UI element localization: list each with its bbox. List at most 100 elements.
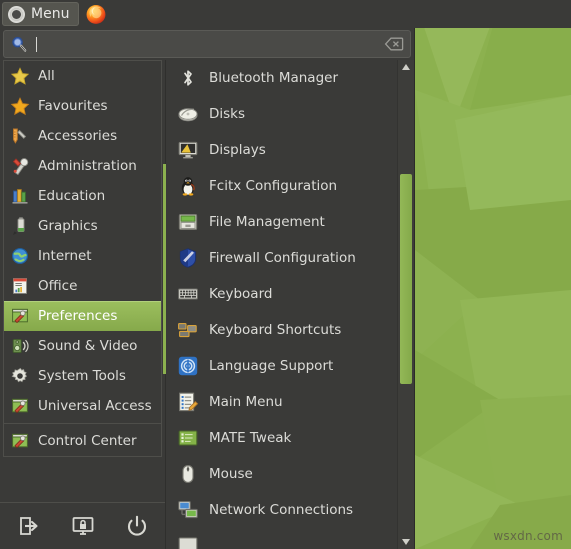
sidebar-item-preferences[interactable]: Preferences bbox=[4, 301, 161, 331]
globe-icon bbox=[12, 248, 28, 264]
sidebar-item-label: Accessories bbox=[38, 128, 118, 144]
scroll-up-button[interactable] bbox=[398, 60, 414, 74]
list-item[interactable]: Mouse bbox=[166, 456, 397, 492]
firefox-icon[interactable] bbox=[85, 3, 107, 25]
sidebar-item-label: Graphics bbox=[38, 218, 98, 234]
tools-icon bbox=[12, 158, 29, 176]
list-item[interactable]: Keyboard Shortcuts bbox=[166, 312, 397, 348]
sidebar-item-label: Universal Access bbox=[38, 398, 152, 414]
list-item-label: Keyboard Shortcuts bbox=[209, 322, 342, 338]
star-filled-icon bbox=[10, 97, 30, 116]
displays-icon bbox=[178, 141, 198, 159]
sidebar-item-label: Administration bbox=[38, 158, 137, 174]
tux-penguin-icon bbox=[181, 177, 195, 196]
application-list: Bluetooth Manager Disks Displays Fcitx C… bbox=[166, 60, 397, 549]
application-list-pane: Bluetooth Manager Disks Displays Fcitx C… bbox=[163, 60, 414, 549]
sidebar-item-education[interactable]: Education bbox=[4, 181, 161, 211]
applist-scrollbar[interactable] bbox=[397, 60, 414, 549]
list-item[interactable]: Network Connections bbox=[166, 492, 397, 528]
sidebar-item-label: Office bbox=[38, 278, 78, 294]
application-menu-window: All Favourites Accessories Administratio… bbox=[0, 28, 415, 549]
menu-button[interactable]: Menu bbox=[2, 2, 80, 26]
list-item-partial[interactable] bbox=[166, 528, 397, 549]
list-item-label: File Management bbox=[209, 214, 325, 230]
logout-icon[interactable] bbox=[17, 514, 41, 538]
clear-backspace-icon[interactable] bbox=[384, 36, 404, 52]
file-drawer-icon bbox=[178, 214, 198, 230]
sidebar-item-accessories[interactable]: Accessories bbox=[4, 121, 161, 151]
list-item[interactable]: Language Support bbox=[166, 348, 397, 384]
main-menu-icon bbox=[179, 392, 199, 412]
sidebar-item-label: Favourites bbox=[38, 98, 108, 114]
sidebar-item-label: All bbox=[38, 68, 55, 84]
sidebar-item-universal-access[interactable]: Universal Access bbox=[4, 391, 161, 421]
system-button-bar bbox=[0, 502, 165, 549]
star-outline-icon bbox=[10, 67, 30, 85]
shield-icon bbox=[179, 248, 197, 268]
sidebar-item-label: Control Center bbox=[38, 433, 137, 449]
search-box[interactable] bbox=[3, 30, 411, 58]
list-item-label: Language Support bbox=[209, 358, 334, 374]
ruler-pencil-icon bbox=[13, 128, 27, 144]
document-chart-icon bbox=[13, 278, 27, 294]
list-item[interactable]: Firewall Configuration bbox=[166, 240, 397, 276]
sidebar-separator bbox=[4, 423, 161, 424]
list-item-label: Mouse bbox=[209, 466, 253, 482]
list-item[interactable]: MATE Tweak bbox=[166, 420, 397, 456]
chevron-down-icon bbox=[402, 539, 410, 545]
bluetooth-icon bbox=[184, 70, 192, 86]
search-icon bbox=[12, 36, 27, 52]
scrollbar-track[interactable] bbox=[398, 74, 414, 535]
search-input[interactable] bbox=[28, 31, 384, 57]
speaker-icon bbox=[12, 338, 29, 354]
scrollbar-thumb[interactable] bbox=[400, 174, 412, 384]
list-item[interactable]: Fcitx Configuration bbox=[166, 168, 397, 204]
scroll-down-button[interactable] bbox=[398, 535, 414, 549]
sidebar-item-system-tools[interactable]: System Tools bbox=[4, 361, 161, 391]
list-item-label: Bluetooth Manager bbox=[209, 70, 339, 86]
sidebar-item-sound-and-video[interactable]: Sound & Video bbox=[4, 331, 161, 361]
sidebar-item-favourites[interactable]: Favourites bbox=[4, 91, 161, 121]
list-item[interactable]: Main Menu bbox=[166, 384, 397, 420]
list-item-label: Firewall Configuration bbox=[209, 250, 356, 266]
sidebar-item-all[interactable]: All bbox=[4, 61, 161, 91]
partial-item-icon bbox=[178, 537, 198, 549]
sidebar-item-label: Education bbox=[38, 188, 106, 204]
top-panel: Menu bbox=[0, 0, 571, 28]
paint-tube-icon bbox=[13, 217, 25, 235]
list-item[interactable]: Disks bbox=[166, 96, 397, 132]
menu-button-label: Menu bbox=[31, 6, 70, 22]
keyboard-icon bbox=[178, 288, 198, 300]
list-item-label: Fcitx Configuration bbox=[209, 178, 338, 194]
list-item-label: Keyboard bbox=[209, 286, 273, 302]
preferences-icon bbox=[12, 398, 28, 414]
preferences-icon bbox=[12, 308, 28, 324]
sidebar-item-label: Internet bbox=[38, 248, 92, 264]
gear-icon bbox=[11, 367, 28, 383]
power-icon[interactable] bbox=[125, 514, 149, 538]
list-item[interactable]: Displays bbox=[166, 132, 397, 168]
menu-panes: All Favourites Accessories Administratio… bbox=[0, 60, 414, 549]
language-support-icon bbox=[178, 356, 198, 376]
sidebar-item-office[interactable]: Office bbox=[4, 271, 161, 301]
list-item-label: MATE Tweak bbox=[209, 430, 292, 446]
list-item[interactable]: File Management bbox=[166, 204, 397, 240]
mate-tweak-icon bbox=[178, 430, 198, 446]
sidebar-item-label: Sound & Video bbox=[38, 338, 138, 354]
sidebar-item-internet[interactable]: Internet bbox=[4, 241, 161, 271]
sidebar-item-graphics[interactable]: Graphics bbox=[4, 211, 161, 241]
sidebar-item-label: System Tools bbox=[38, 368, 126, 384]
mate-logo-icon bbox=[8, 5, 25, 23]
list-item[interactable]: Bluetooth Manager bbox=[166, 60, 397, 96]
text-caret bbox=[36, 36, 37, 52]
mouse-icon bbox=[182, 465, 194, 483]
list-item-label: Disks bbox=[209, 106, 246, 122]
sidebar-item-administration[interactable]: Administration bbox=[4, 151, 161, 181]
list-item[interactable]: Keyboard bbox=[166, 276, 397, 312]
lock-screen-icon[interactable] bbox=[71, 514, 95, 538]
category-list: All Favourites Accessories Administratio… bbox=[3, 60, 162, 457]
list-item-label: Network Connections bbox=[209, 502, 354, 518]
category-sidebar: All Favourites Accessories Administratio… bbox=[0, 60, 165, 549]
sidebar-item-control-center[interactable]: Control Center bbox=[4, 426, 161, 456]
watermark: wsxdn.com bbox=[493, 529, 563, 543]
